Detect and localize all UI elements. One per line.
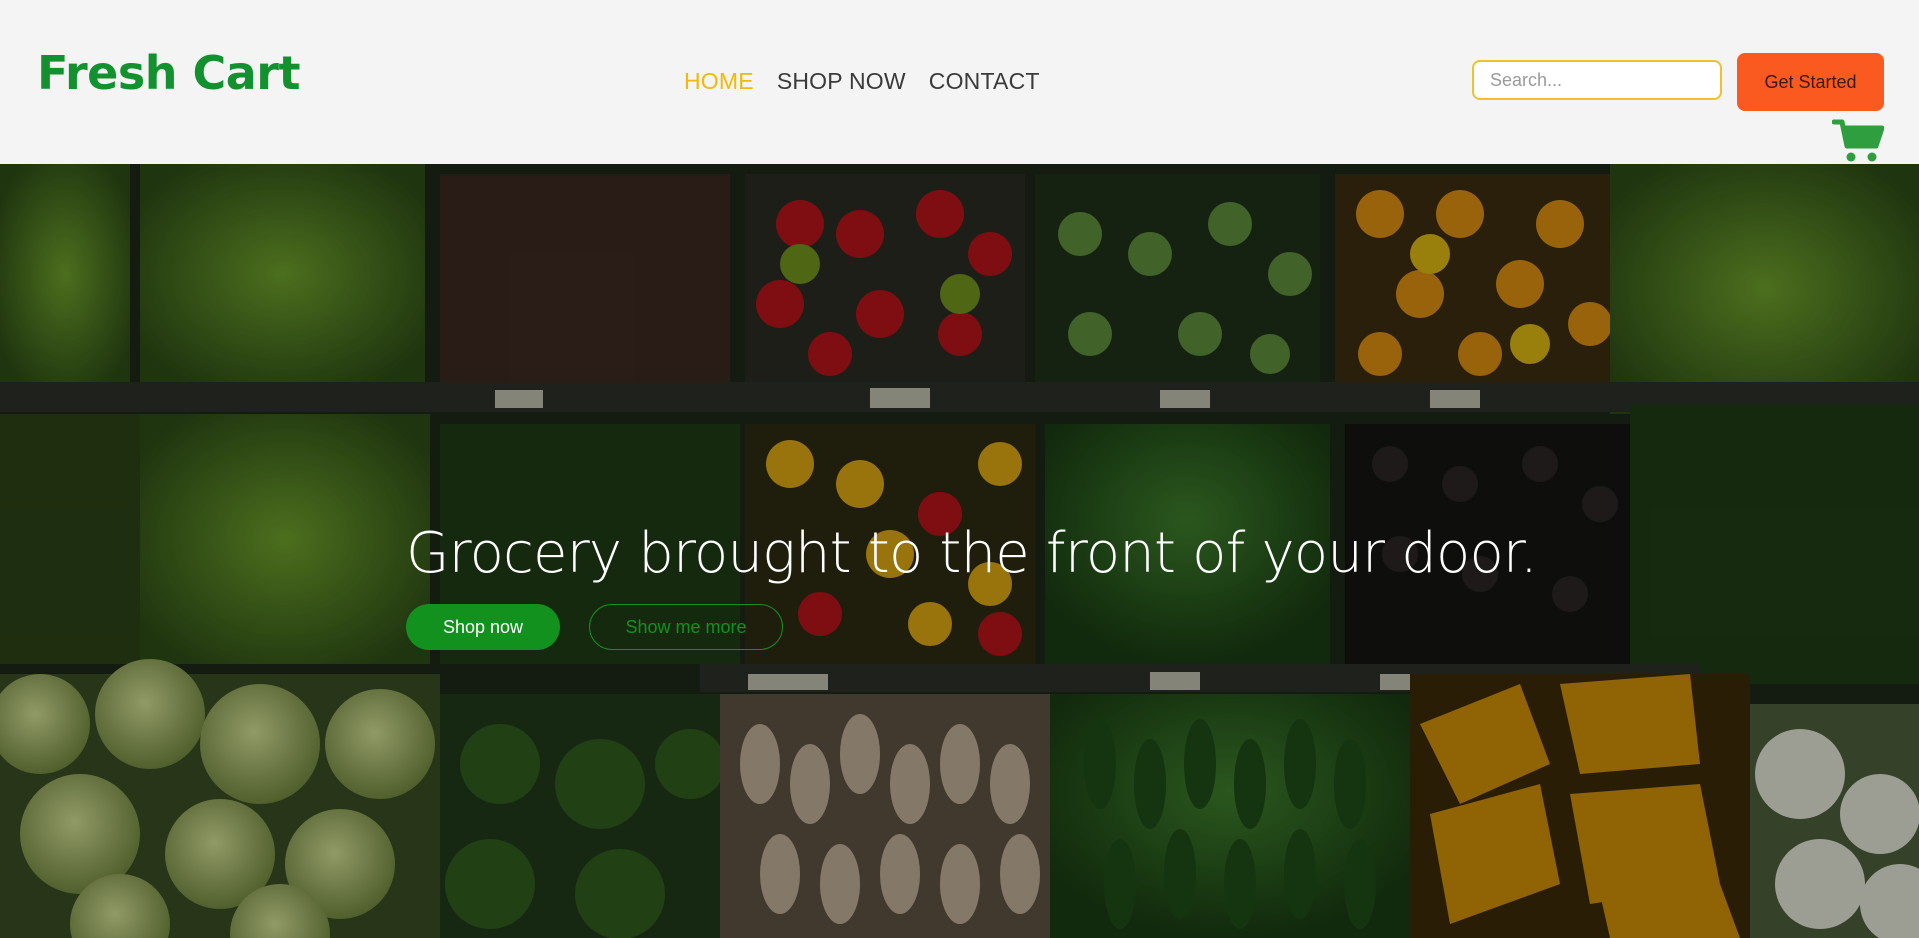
brand-logo[interactable]: Fresh Cart [37,46,300,100]
nav-contact-link[interactable]: CONTACT [929,68,1040,95]
get-started-button[interactable]: Get Started [1737,53,1884,111]
shopping-cart-icon[interactable] [1832,118,1884,164]
nav-home-link[interactable]: HOME [684,68,754,95]
hero-headline: Grocery brought to the front of your doo… [406,521,1538,586]
hero-section: Grocery brought to the front of your doo… [0,164,1919,938]
nav-shop-now-link[interactable]: SHOP NOW [777,68,906,95]
main-nav: HOME SHOP NOW CONTACT [684,68,1040,95]
shop-now-button[interactable]: Shop now [406,604,560,650]
show-me-more-button[interactable]: Show me more [589,604,783,650]
site-header: Fresh Cart HOME SHOP NOW CONTACT Get Sta… [0,0,1919,164]
search-input[interactable] [1472,60,1722,100]
